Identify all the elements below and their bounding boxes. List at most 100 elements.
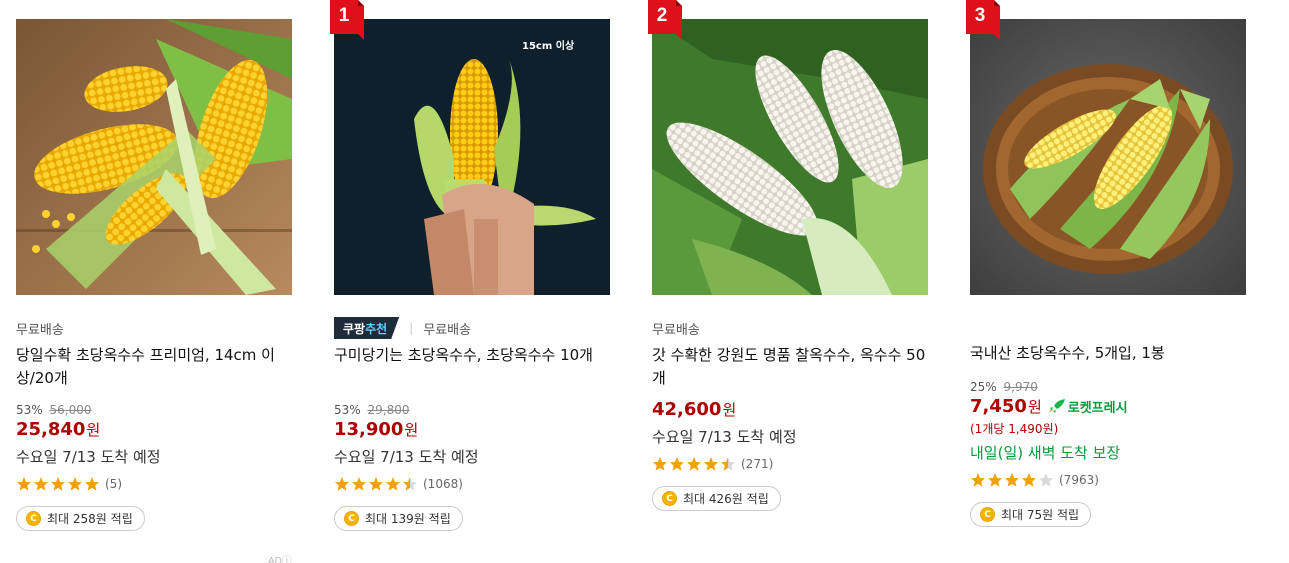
sale-price: 42,600: [652, 398, 722, 420]
star-icon: [653, 457, 667, 471]
rating: (7963): [970, 471, 1252, 489]
star-icon: [971, 473, 985, 487]
star-icon: [369, 477, 383, 491]
currency-label: 원: [1027, 397, 1042, 416]
star-icon: [704, 457, 718, 471]
star-icon: [721, 457, 735, 471]
original-price: 29,800: [367, 403, 410, 417]
review-count: (271): [741, 457, 774, 471]
cashback-badge: C 최대 426원 적립: [652, 486, 781, 511]
coupang-cash-icon: C: [662, 491, 677, 506]
cashback-badge: C 최대 258원 적립: [16, 506, 145, 531]
rocket-fresh-badge: 로켓프레시: [1048, 397, 1128, 416]
product-info: 무료배송 당일수확 초당옥수수 프리미엄, 14cm 이상/20개 53% 56…: [16, 316, 298, 531]
discount-rate: 25%: [970, 380, 997, 394]
product-card[interactable]: 3 국내산 초당옥수수, 5개입, 1봉 25% 9,970 7,450 원 로…: [954, 0, 1254, 563]
currency-label: 원: [404, 420, 419, 439]
discount-row: 53% 29,800: [334, 402, 616, 418]
star-icon: [670, 457, 684, 471]
cashback-badge: C 최대 139원 적립: [334, 506, 463, 531]
delivery-info: 수요일 7/13 도착 예정: [652, 428, 797, 446]
free-shipping-label: 무료배송: [652, 322, 700, 338]
coupang-recommend-badge: 쿠팡 추천: [334, 317, 399, 339]
star-rating: [970, 472, 1055, 488]
rating: (5): [16, 475, 298, 493]
currency-label: 원: [722, 400, 737, 419]
delivery-info: 내일(일) 새벽 도착 보장: [970, 444, 1121, 462]
product-image[interactable]: 15cm 이상: [334, 19, 610, 295]
product-info: 국내산 초당옥수수, 5개입, 1봉 25% 9,970 7,450 원 로켓프…: [970, 316, 1252, 527]
star-icon: [17, 477, 31, 491]
free-shipping-label: 무료배송: [423, 322, 472, 338]
star-icon: [988, 473, 1002, 487]
product-info: 쿠팡 추천 | 무료배송 구미당기는 초당옥수수, 초당옥수수 10개 53% 2…: [334, 316, 616, 531]
coupang-cash-icon: C: [26, 511, 41, 526]
image-caption: 15cm 이상: [522, 39, 575, 52]
sale-price: 7,450: [970, 395, 1027, 417]
cashback-badge: C 최대 75원 적립: [970, 502, 1092, 527]
star-icon: [68, 477, 82, 491]
rating: (271): [652, 455, 934, 473]
product-grid: 무료배송 당일수확 초당옥수수 프리미엄, 14cm 이상/20개 53% 56…: [0, 0, 1289, 563]
sale-price: 13,900: [334, 418, 404, 440]
divider: |: [409, 321, 414, 335]
corn-image: 15cm 이상: [334, 19, 610, 295]
discount-rate: 53%: [16, 403, 43, 417]
rank-number: 1: [338, 5, 350, 26]
product-card[interactable]: 1 15cm 이상 쿠팡 추천 | 무료배송 구미당기는 초당옥수수, 초당옥수…: [318, 0, 618, 563]
star-rating: [16, 476, 101, 492]
review-count: (5): [105, 477, 122, 491]
star-rating: [334, 476, 419, 492]
currency-label: 원: [86, 420, 101, 439]
star-icon: [403, 477, 417, 491]
star-rating: [652, 456, 737, 472]
star-icon: [335, 477, 349, 491]
cashback-label: 최대 75원 적립: [1001, 508, 1080, 522]
rank-badge: 3: [966, 0, 1000, 40]
product-image[interactable]: [652, 19, 928, 295]
rating: (1068): [334, 475, 616, 493]
discount-rate: 53%: [334, 403, 361, 417]
product-title[interactable]: 갓 수확한 강원도 명품 찰옥수수, 옥수수 50개: [652, 344, 934, 390]
original-price: 9,970: [1003, 380, 1038, 394]
corn-image: [970, 19, 1246, 295]
delivery-info: 수요일 7/13 도착 예정: [16, 448, 161, 466]
corn-image: [16, 19, 292, 295]
coupang-cash-icon: C: [980, 507, 995, 522]
star-icon: [1039, 473, 1053, 487]
cashback-label: 최대 258원 적립: [47, 512, 133, 526]
ad-label[interactable]: ADⓘ: [268, 552, 292, 563]
discount-row: 25% 9,970: [970, 379, 1252, 395]
product-title[interactable]: 구미당기는 초당옥수수, 초당옥수수 10개: [334, 344, 616, 390]
product-card[interactable]: 2 무료배송 갓 수확한 강원도 명품 찰옥수수, 옥수수 50개 42,600…: [636, 0, 936, 563]
star-icon: [352, 477, 366, 491]
discount-row: 53% 56,000: [16, 402, 298, 418]
star-icon: [34, 477, 48, 491]
star-icon: [386, 477, 400, 491]
star-icon: [1005, 473, 1019, 487]
cashback-label: 최대 426원 적립: [683, 492, 769, 506]
review-count: (7963): [1059, 473, 1099, 487]
free-shipping-label: 무료배송: [16, 322, 64, 338]
delivery-info: 수요일 7/13 도착 예정: [334, 448, 479, 466]
rank-badge: 2: [648, 0, 682, 40]
original-price: 56,000: [49, 403, 92, 417]
rocket-icon: [1048, 399, 1065, 413]
product-title[interactable]: 국내산 초당옥수수, 5개입, 1봉: [970, 342, 1252, 365]
coupang-cash-icon: C: [344, 511, 359, 526]
star-icon: [687, 457, 701, 471]
cashback-label: 최대 139원 적립: [365, 512, 451, 526]
sale-price: 25,840: [16, 418, 86, 440]
star-icon: [1022, 473, 1036, 487]
product-image[interactable]: [16, 19, 292, 295]
product-info: 무료배송 갓 수확한 강원도 명품 찰옥수수, 옥수수 50개 42,600 원…: [652, 316, 934, 511]
rank-badge: 1: [330, 0, 364, 40]
product-image[interactable]: [970, 19, 1246, 295]
star-icon: [85, 477, 99, 491]
product-title[interactable]: 당일수확 초당옥수수 프리미엄, 14cm 이상/20개: [16, 344, 298, 390]
unit-price: (1개당 1,490원): [970, 422, 1059, 436]
review-count: (1068): [423, 477, 463, 491]
product-card[interactable]: 무료배송 당일수확 초당옥수수 프리미엄, 14cm 이상/20개 53% 56…: [0, 0, 300, 563]
rank-number: 2: [656, 5, 668, 26]
rank-number: 3: [974, 5, 986, 26]
